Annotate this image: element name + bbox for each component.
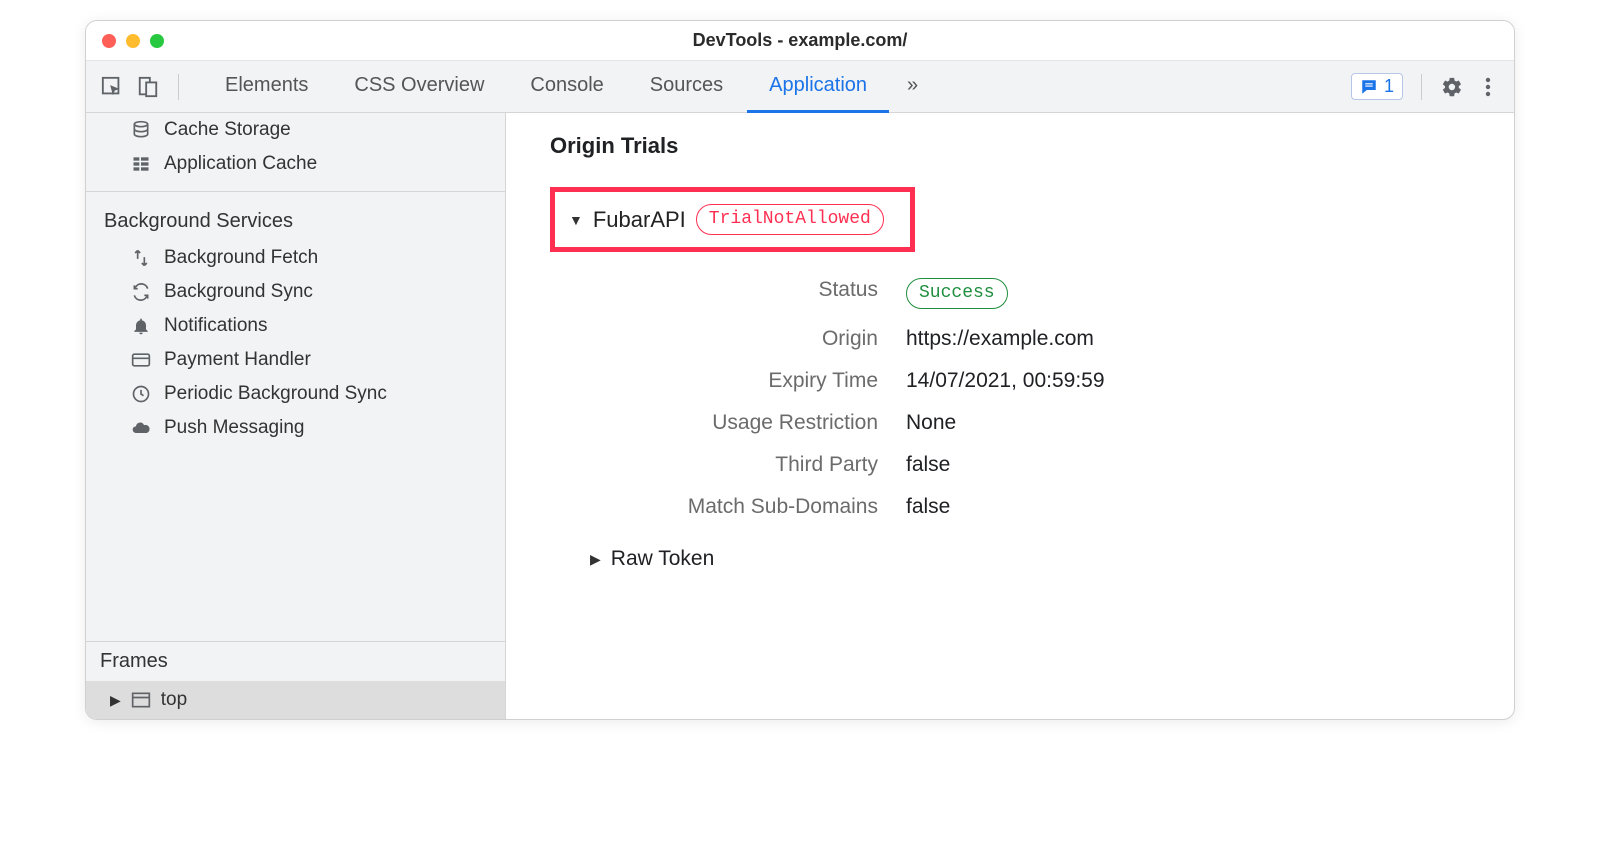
panel-tabs: Elements CSS Overview Console Sources Ap… [203, 61, 934, 112]
label-third-party: Third Party [578, 453, 878, 477]
raw-token-label: Raw Token [611, 547, 715, 571]
maximize-window-button[interactable] [150, 34, 164, 48]
sidebar-label: Cache Storage [164, 119, 291, 141]
sidebar-label: Background Sync [164, 281, 313, 303]
sidebar-item-notifications[interactable]: Notifications [86, 309, 505, 343]
sidebar-label: Background Fetch [164, 247, 318, 269]
more-menu-icon[interactable] [1476, 75, 1500, 99]
trial-name: FubarAPI [593, 207, 686, 233]
content-area: Cache Storage Application Cache Backgrou… [86, 113, 1514, 719]
toolbar: Elements CSS Overview Console Sources Ap… [86, 61, 1514, 113]
tab-application[interactable]: Application [747, 61, 889, 113]
message-icon [1360, 78, 1378, 96]
sidebar-section-title: Background Services [86, 202, 505, 241]
value-origin: https://example.com [906, 327, 1490, 351]
titlebar: DevTools - example.com/ [86, 21, 1514, 61]
trial-details: Status Success Origin https://example.co… [578, 278, 1490, 519]
sidebar-item-push-messaging[interactable]: Push Messaging [86, 411, 505, 445]
inspect-element-icon[interactable] [100, 75, 124, 99]
window-icon [131, 691, 151, 709]
sidebar-item-payment-handler[interactable]: Payment Handler [86, 343, 505, 377]
sidebar-frames-title: Frames [86, 641, 505, 681]
trial-status-badge: TrialNotAllowed [696, 204, 884, 235]
toolbar-separator [178, 74, 179, 100]
card-icon [130, 349, 152, 371]
label-origin: Origin [578, 327, 878, 351]
sidebar-frame-top[interactable]: ▶ top [86, 681, 505, 719]
sidebar-item-background-sync[interactable]: Background Sync [86, 275, 505, 309]
minimize-window-button[interactable] [126, 34, 140, 48]
triangle-right-icon: ▶ [110, 692, 121, 709]
database-icon [130, 119, 152, 141]
sync-icon [130, 281, 152, 303]
traffic-lights [102, 34, 164, 48]
triangle-down-icon: ▼ [569, 212, 583, 228]
sidebar-label: Application Cache [164, 153, 317, 175]
fetch-icon [130, 247, 152, 269]
label-status: Status [578, 278, 878, 309]
sidebar: Cache Storage Application Cache Backgrou… [86, 113, 506, 719]
issues-badge[interactable]: 1 [1351, 73, 1403, 100]
main-panel: Origin Trials ▼ FubarAPI TrialNotAllowed… [506, 113, 1514, 719]
label-match-subdomains: Match Sub-Domains [578, 495, 878, 519]
sidebar-item-application-cache[interactable]: Application Cache [86, 147, 505, 181]
value-usage: None [906, 411, 1490, 435]
value-expiry: 14/07/2021, 00:59:59 [906, 369, 1490, 393]
tab-sources[interactable]: Sources [628, 61, 745, 113]
tab-console[interactable]: Console [508, 61, 625, 113]
tab-css-overview[interactable]: CSS Overview [332, 61, 506, 113]
settings-icon[interactable] [1440, 75, 1464, 99]
bell-icon [130, 315, 152, 337]
sidebar-label: Periodic Background Sync [164, 383, 387, 405]
sidebar-item-cache-storage[interactable]: Cache Storage [86, 113, 505, 147]
triangle-right-icon: ▶ [590, 551, 601, 568]
frame-name: top [161, 689, 187, 711]
label-expiry: Expiry Time [578, 369, 878, 393]
devtools-window: DevTools - example.com/ Elements CSS Ove… [85, 20, 1515, 720]
window-title: DevTools - example.com/ [693, 30, 908, 51]
sidebar-item-periodic-sync[interactable]: Periodic Background Sync [86, 377, 505, 411]
panel-heading: Origin Trials [550, 133, 1490, 159]
sidebar-item-background-fetch[interactable]: Background Fetch [86, 241, 505, 275]
sidebar-separator [86, 191, 505, 192]
label-usage: Usage Restriction [578, 411, 878, 435]
value-status: Success [906, 278, 1490, 309]
sidebar-label: Push Messaging [164, 417, 304, 439]
cloud-icon [130, 417, 152, 439]
highlight-annotation: ▼ FubarAPI TrialNotAllowed [550, 187, 915, 252]
status-success-badge: Success [906, 278, 1008, 309]
value-match-subdomains: false [906, 495, 1490, 519]
clock-icon [130, 383, 152, 405]
tab-elements[interactable]: Elements [203, 61, 330, 113]
raw-token-row[interactable]: ▶ Raw Token [590, 547, 1490, 571]
value-third-party: false [906, 453, 1490, 477]
sidebar-label: Payment Handler [164, 349, 311, 371]
device-toggle-icon[interactable] [136, 75, 160, 99]
grid-icon [130, 153, 152, 175]
trial-row[interactable]: ▼ FubarAPI TrialNotAllowed [569, 204, 884, 235]
tab-more[interactable]: » [891, 61, 934, 113]
issues-count: 1 [1384, 76, 1394, 97]
close-window-button[interactable] [102, 34, 116, 48]
toolbar-separator [1421, 74, 1422, 100]
sidebar-label: Notifications [164, 315, 268, 337]
